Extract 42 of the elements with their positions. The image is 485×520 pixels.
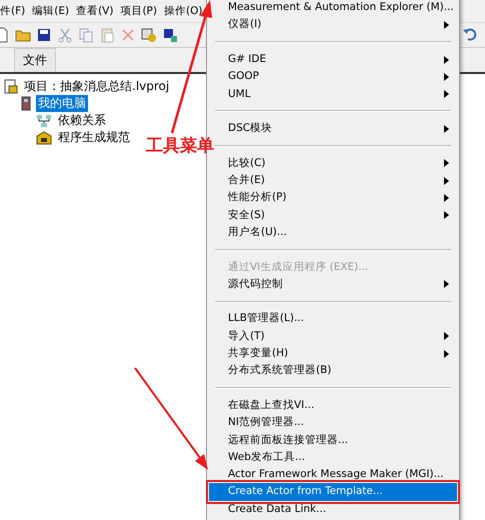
- menu-item[interactable]: DSC模块: [209, 120, 457, 138]
- menu-bar-item[interactable]: 查看(V): [76, 4, 114, 18]
- menu-item[interactable]: Web发布工具...: [209, 448, 457, 466]
- menu-item[interactable]: 用户名(U)...: [209, 224, 457, 242]
- menu-item[interactable]: UML: [209, 85, 457, 103]
- tree-item[interactable]: 依赖关系: [56, 112, 108, 129]
- menu-item[interactable]: G# IDE: [209, 50, 457, 68]
- menu-item[interactable]: Create Data Link...: [209, 500, 457, 518]
- menu-item[interactable]: 比较(C): [209, 154, 457, 172]
- menu-item[interactable]: 合并(E): [209, 172, 457, 190]
- box-icon: [36, 130, 52, 144]
- computer-icon: [20, 96, 32, 111]
- menu-item[interactable]: GOOP: [209, 68, 457, 86]
- deploy-icon[interactable]: [162, 27, 178, 43]
- menu-item[interactable]: Measurement & Automation Explorer (M)...: [209, 0, 457, 16]
- menu-item[interactable]: 仪器(I): [209, 16, 457, 34]
- project-icon: [4, 79, 18, 94]
- network-icon: [36, 114, 52, 128]
- build-icon[interactable]: [141, 27, 157, 43]
- undo-icon[interactable]: [462, 26, 478, 42]
- menu-bar-item[interactable]: 件(F): [0, 4, 26, 18]
- tree-item[interactable]: 程序生成规范: [56, 129, 132, 146]
- menu-item[interactable]: Create Actor from Template...: [209, 483, 457, 501]
- menu-item[interactable]: 分布式系统管理器(B): [209, 362, 457, 380]
- menu-item[interactable]: 在磁盘上查找VI...: [209, 396, 457, 414]
- annotation-label: 工具菜单: [146, 135, 214, 157]
- tree-item[interactable]: 项目：抽象消息总结.lvproj: [22, 78, 172, 95]
- menu-bar-item[interactable]: 操作(O): [164, 4, 202, 18]
- menu-item[interactable]: 导入(T): [209, 328, 457, 345]
- menu-item[interactable]: 共享变量(H): [209, 344, 457, 362]
- menu-item[interactable]: Actor Framework Message Maker (MGI)...: [209, 466, 457, 484]
- menu-item[interactable]: LLB管理器(L)...: [209, 310, 457, 328]
- menu-item[interactable]: 性能分析(P): [209, 189, 457, 207]
- tab[interactable]: 文件: [14, 48, 56, 72]
- save-icon[interactable]: [36, 27, 52, 43]
- menu-item[interactable]: 远程前面板连接管理器...: [209, 431, 457, 449]
- menu-item[interactable]: 安全(S): [209, 206, 457, 224]
- menu-item[interactable]: NI范例管理器...: [209, 414, 457, 432]
- tree-item[interactable]: 我的电脑: [36, 95, 88, 112]
- menu-bar-item[interactable]: 编辑(E): [32, 4, 70, 18]
- menu-bar-item[interactable]: 项目(P): [120, 4, 157, 18]
- menu-item[interactable]: 源代码控制: [209, 276, 457, 294]
